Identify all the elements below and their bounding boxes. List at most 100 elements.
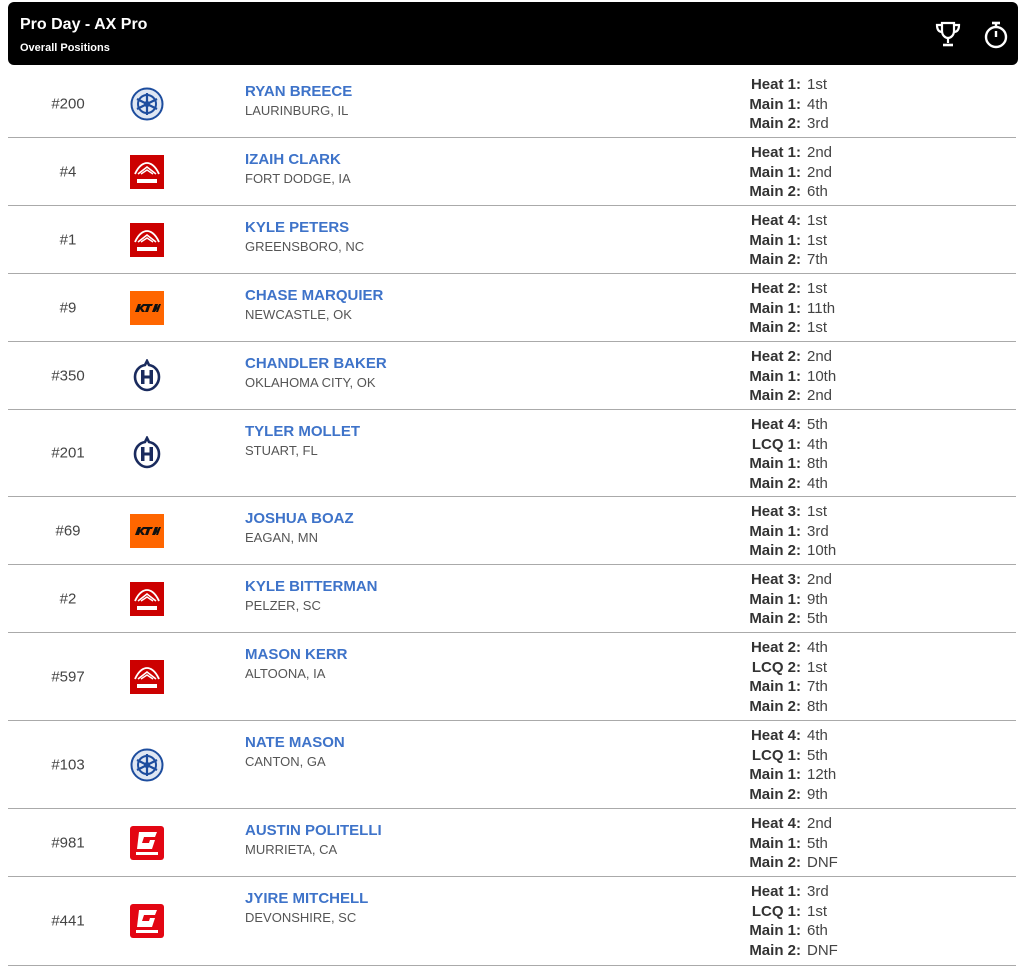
ktm-logo-icon — [130, 513, 164, 548]
gasgas-logo-icon — [130, 904, 164, 938]
rider-row: #981 AUSTIN POLITELLI MURRIETA, CA Heat 4: 2… — [8, 809, 1016, 877]
rider-info: NATE MASON CANTON, GA — [245, 734, 345, 769]
rider-name-link[interactable]: JYIRE MITCHELL — [245, 890, 368, 908]
race-position: 6th — [807, 183, 828, 201]
race-label: Heat 2: — [750, 280, 801, 297]
race-position: DNF — [807, 941, 838, 959]
rider-number: #597 — [51, 668, 85, 685]
race-label: Main 2: — [749, 542, 801, 560]
rider-name-link[interactable]: IZAIH CLARK — [245, 151, 351, 169]
race-label: Main 2: — [749, 941, 801, 959]
rider-number: #981 — [51, 834, 85, 851]
rider-name-link[interactable]: CHASE MARQUIER — [245, 287, 383, 305]
rider-row: #597 MASON KERR ALTOONA, IA Heat 2: 4th LCQ 2… — [8, 633, 1016, 721]
page-header: Pro Day - AX Pro Overall Positions — [8, 2, 1018, 65]
race-position: 2nd — [807, 163, 833, 181]
race-label: Heat 1: — [750, 883, 801, 900]
rider-location: CANTON, GA — [245, 754, 326, 769]
race-result: Main 1: 11th — [708, 299, 835, 319]
rider-number: #69 — [55, 522, 81, 539]
race-label: Main 1: — [749, 590, 801, 608]
race-result: Heat 3: 1st — [708, 502, 836, 522]
race-label: Heat 1: — [750, 144, 801, 161]
rider-number: #350 — [51, 367, 85, 384]
rider-number: #201 — [51, 444, 85, 462]
race-result: Heat 1: 1st — [708, 75, 829, 95]
race-result: Main 1: 9th — [708, 590, 832, 610]
yamaha-logo-icon — [130, 87, 164, 121]
rider-number: #200 — [51, 95, 85, 112]
race-label: Main 2: — [749, 387, 801, 405]
race-result: LCQ 1: 5th — [708, 746, 836, 766]
stopwatch-icon[interactable] — [982, 20, 1010, 50]
race-position: 4th — [807, 474, 828, 492]
race-result: Main 1: 2nd — [708, 163, 832, 183]
husqvarna-logo-icon — [130, 435, 164, 470]
rider-name-link[interactable]: JOSHUA BOAZ — [245, 510, 354, 528]
race-result: Main 2: 4th — [708, 474, 828, 494]
race-position: 2nd — [807, 348, 833, 365]
rider-location: STUART, FL — [245, 443, 318, 458]
race-label: Heat 4: — [750, 416, 801, 433]
race-result: Main 1: 7th — [708, 677, 828, 697]
page-title: Pro Day - AX Pro — [20, 16, 148, 33]
rider-location: OKLAHOMA CITY, OK — [245, 375, 376, 390]
race-position: 5th — [807, 834, 828, 852]
rider-name-link[interactable]: NATE MASON — [245, 734, 345, 752]
race-result: Main 2: 7th — [708, 250, 828, 270]
rider-name-link[interactable]: RYAN BREECE — [245, 83, 352, 101]
race-label: Main 1: — [749, 834, 801, 852]
trophy-icon[interactable] — [934, 20, 962, 48]
rider-location: MURRIETA, CA — [245, 842, 338, 857]
rider-name-link[interactable]: MASON KERR — [245, 646, 348, 664]
race-result: LCQ 2: 1st — [708, 658, 828, 678]
race-label: LCQ 2: — [751, 658, 801, 676]
race-result: Main 2: 1st — [708, 318, 835, 338]
race-result: Main 1: 5th — [708, 834, 838, 854]
race-label: Heat 4: — [750, 212, 801, 229]
race-position: 4th — [807, 95, 828, 113]
race-label: Main 1: — [749, 522, 801, 540]
race-result: Heat 1: 3rd — [708, 882, 838, 902]
race-results: Heat 4: 5th LCQ 1: 4th Main 1: 8th Main 2: 4th — [708, 415, 828, 493]
race-result: Main 2: 8th — [708, 697, 828, 717]
race-result: Main 2: 3rd — [708, 114, 829, 134]
rider-info: IZAIH CLARK FORT DODGE, IA — [245, 151, 351, 186]
race-label: Main 1: — [749, 455, 801, 473]
race-label: LCQ 1: — [751, 435, 801, 453]
race-position: 2nd — [807, 387, 833, 405]
race-result: Heat 4: 5th — [708, 415, 828, 435]
race-position: 1st — [807, 231, 828, 249]
race-results: Heat 1: 1st Main 1: 4th Main 2: 3rd — [708, 75, 829, 134]
race-position: 1st — [807, 280, 828, 297]
race-label: Main 1: — [749, 766, 801, 784]
race-position: 3rd — [807, 115, 829, 133]
rider-info: CHANDLER BAKER OKLAHOMA CITY, OK — [245, 355, 387, 390]
rider-row: #69 JOSHUA BOAZ EAGAN, MN Heat 3: 1st Main 1:… — [8, 497, 1016, 565]
race-label: Heat 2: — [750, 639, 801, 656]
race-result: Main 2: 6th — [708, 182, 832, 202]
rider-row: #103 NATE MASON CANTON, GA Heat 4: 4th LCQ 1:… — [8, 721, 1016, 809]
race-position: 1st — [807, 658, 828, 676]
race-position: 2nd — [807, 815, 833, 832]
race-position: 3rd — [807, 883, 829, 900]
rider-info: KYLE BITTERMAN PELZER, SC — [245, 578, 378, 613]
race-label: Main 1: — [749, 299, 801, 317]
race-label: Heat 4: — [750, 727, 801, 744]
rider-name-link[interactable]: CHANDLER BAKER — [245, 355, 387, 373]
race-position: 4th — [807, 727, 828, 744]
rider-name-link[interactable]: TYLER MOLLET — [245, 423, 360, 441]
gasgas-logo-icon — [130, 825, 164, 860]
rider-name-link[interactable]: KYLE PETERS — [245, 219, 364, 237]
race-results: Heat 2: 2nd Main 1: 10th Main 2: 2nd — [708, 347, 836, 406]
husqvarna-logo-icon — [130, 357, 164, 393]
race-label: Main 2: — [749, 854, 801, 872]
honda-logo-icon — [130, 222, 164, 257]
race-position: 8th — [807, 455, 828, 473]
race-label: Main 2: — [749, 115, 801, 133]
rider-location: ALTOONA, IA — [245, 666, 326, 681]
rider-name-link[interactable]: KYLE BITTERMAN — [245, 578, 378, 596]
rider-number: #2 — [59, 590, 77, 607]
rider-name-link[interactable]: AUSTIN POLITELLI — [245, 822, 382, 840]
race-result: LCQ 1: 4th — [708, 435, 828, 455]
